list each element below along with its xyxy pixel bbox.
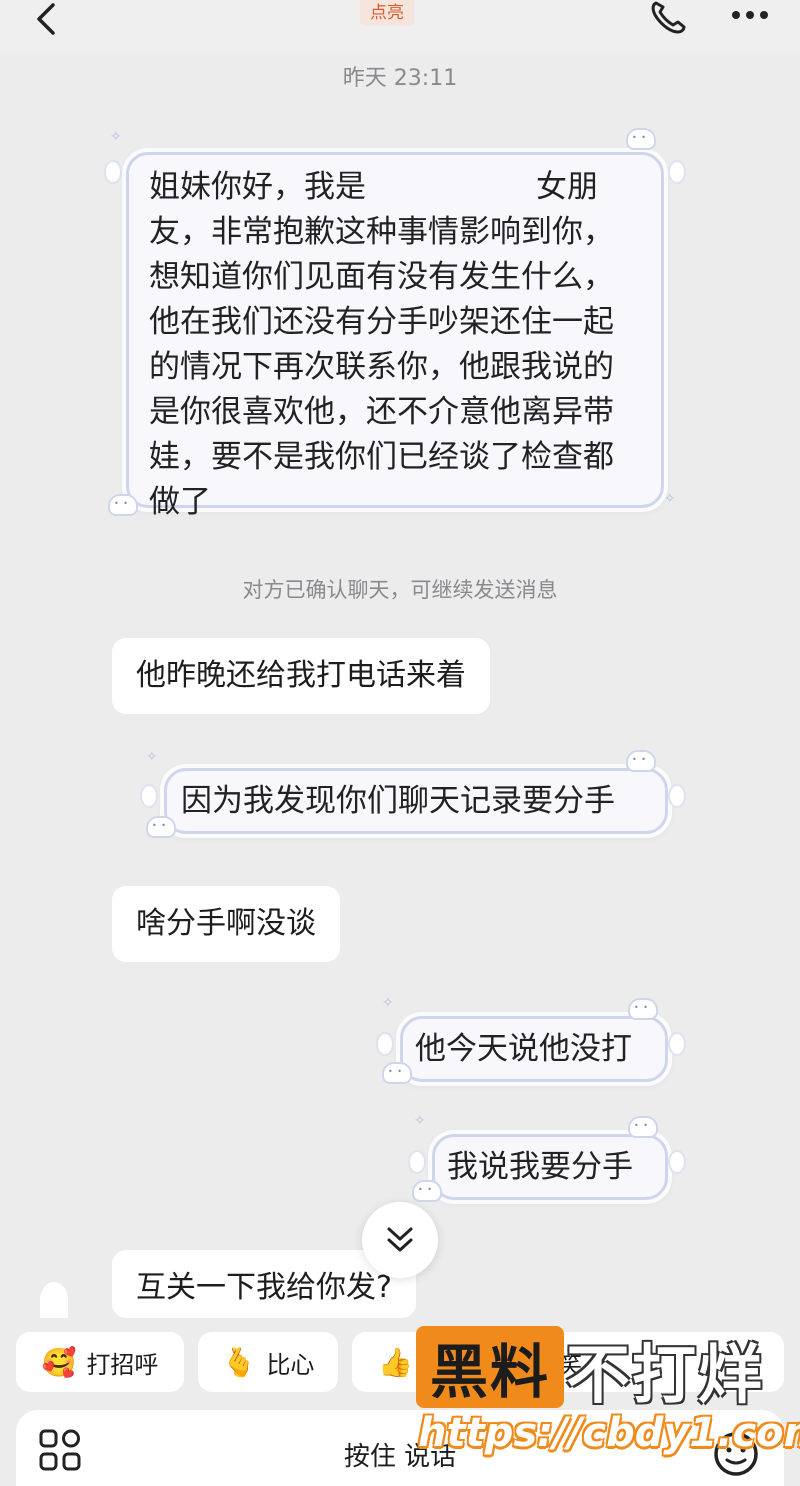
message-bubble-outgoing[interactable]: 我说我要分手 bbox=[432, 1134, 668, 1200]
chevron-left-icon bbox=[37, 3, 55, 35]
wing-decoration bbox=[668, 160, 686, 184]
quick-reply-label: 比心 bbox=[266, 1350, 315, 1379]
title-tag: 点亮 bbox=[360, 0, 414, 26]
star-decoration: ✧ bbox=[414, 1113, 426, 1129]
message-text: 他昨晚还给我打电话来着 bbox=[136, 658, 466, 693]
quick-reply-heart[interactable]: 🫰 比心 bbox=[198, 1332, 338, 1392]
wing-decoration bbox=[140, 784, 158, 808]
quick-reply-label: 打招呼 bbox=[86, 1350, 159, 1379]
cat-decoration bbox=[382, 1062, 412, 1084]
cat-decoration bbox=[628, 998, 658, 1020]
cat-decoration bbox=[628, 1116, 658, 1138]
wing-decoration bbox=[104, 160, 122, 184]
avatar-partial bbox=[40, 1282, 68, 1318]
top-bar: 点亮 bbox=[0, 0, 800, 52]
wing-decoration bbox=[408, 1150, 426, 1174]
message-bubble-outgoing[interactable]: 姐妹你好，我是 女朋友，非常抱歉这种事情影响到你，想知道你们见面有没有发生什么，他… bbox=[126, 152, 664, 520]
scroll-to-bottom-button[interactable] bbox=[362, 1202, 438, 1278]
cat-decoration bbox=[146, 816, 176, 838]
hug-face-icon: 🥰 bbox=[41, 1345, 77, 1379]
cat-decoration bbox=[412, 1180, 442, 1202]
wing-decoration bbox=[376, 1032, 394, 1056]
star-decoration: ✧ bbox=[382, 995, 394, 1011]
more-button[interactable] bbox=[726, 0, 774, 30]
quick-reply-greet[interactable]: 🥰 打招呼 bbox=[16, 1332, 184, 1392]
wing-decoration bbox=[668, 1032, 686, 1056]
back-button[interactable] bbox=[26, 0, 66, 40]
finger-heart-icon: 🫰 bbox=[221, 1345, 257, 1379]
chevron-double-down-icon bbox=[387, 1227, 413, 1252]
message-text: 因为我发现你们聊天记录要分手 bbox=[181, 783, 615, 819]
message-bubble-incoming[interactable]: 啥分手啊没谈 bbox=[112, 886, 340, 962]
message-text: 他今天说他没打 bbox=[415, 1031, 632, 1067]
cat-decoration bbox=[626, 128, 656, 150]
message-bubble-outgoing[interactable]: 他今天说他没打 bbox=[400, 1016, 668, 1082]
message-bubble-incoming[interactable]: 他昨晚还给我打电话来着 bbox=[112, 638, 490, 714]
message-bubble-outgoing[interactable]: 因为我发现你们聊天记录要分手 bbox=[164, 768, 668, 834]
thumbs-up-icon: 👍 bbox=[378, 1345, 413, 1379]
message-timestamp: 昨天 23:11 bbox=[342, 66, 458, 91]
message-text: 我说我要分手 bbox=[447, 1149, 633, 1185]
message-text-prefix: 姐妹你好，我是 bbox=[149, 169, 366, 205]
wing-decoration bbox=[668, 784, 686, 808]
cat-decoration bbox=[626, 750, 656, 772]
message-text: 啥分手啊没谈 bbox=[136, 906, 316, 941]
message-text-block: 姐妹你好，我是 女朋友，非常抱歉这种事情影响到你，想知道你们见面有没有发生什么，他… bbox=[149, 165, 641, 525]
watermark-logo: 黑料 bbox=[416, 1326, 564, 1408]
star-decoration: ✧ bbox=[664, 491, 676, 507]
call-button[interactable] bbox=[646, 0, 690, 36]
system-note: 对方已确认聊天，可继续发送消息 bbox=[242, 578, 558, 602]
message-text: 互关一下我给你发? bbox=[136, 1270, 392, 1305]
phone-icon bbox=[651, 1, 686, 34]
watermark-url: https://cbdy1.com bbox=[418, 1410, 800, 1456]
cat-decoration bbox=[108, 494, 138, 516]
star-decoration: ✧ bbox=[110, 129, 122, 145]
more-horizontal-icon bbox=[732, 11, 768, 19]
watermark-text: 不打烊 bbox=[566, 1339, 764, 1413]
message-text: 女朋友，非常抱歉这种事情影响到你，想知道你们见面有没有发生什么，他在我们还没有分… bbox=[149, 169, 614, 520]
star-decoration: ✧ bbox=[146, 749, 158, 765]
wing-decoration bbox=[668, 1150, 686, 1174]
